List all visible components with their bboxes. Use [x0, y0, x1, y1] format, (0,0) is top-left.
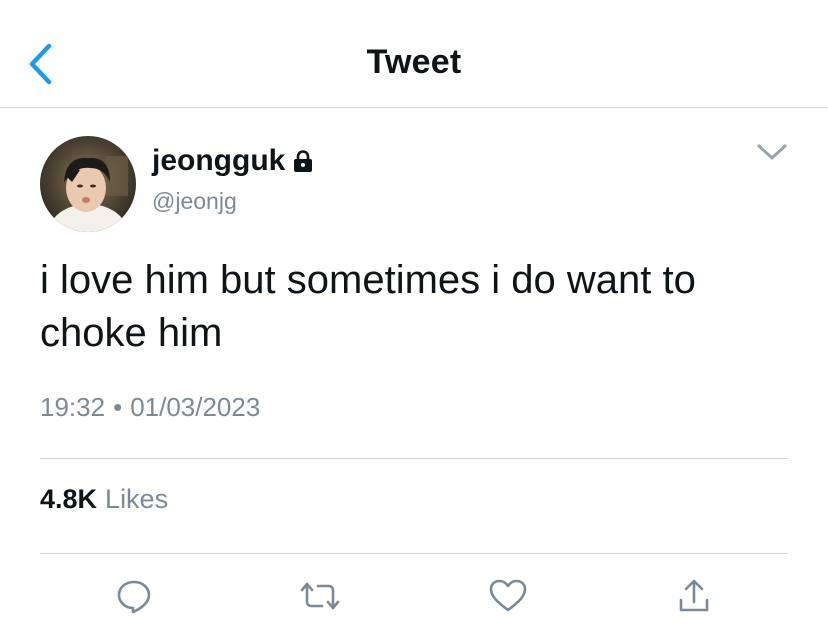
reply-button[interactable]	[112, 574, 156, 618]
like-button[interactable]	[486, 574, 530, 618]
divider	[40, 553, 788, 554]
tweet-detail: jeongguk @jeonjg i love him but sometime…	[0, 108, 828, 637]
likes-label: Likes	[105, 484, 169, 514]
author-row: jeongguk	[152, 144, 315, 178]
tweet-time: 19:32	[40, 392, 106, 422]
author-handle[interactable]: @jeonjg	[152, 188, 237, 215]
share-icon	[679, 579, 709, 612]
share-button[interactable]	[672, 574, 716, 618]
top-bar: Tweet	[0, 0, 828, 108]
comment-icon	[117, 580, 151, 614]
page-title: Tweet	[366, 43, 462, 81]
retweet-icon	[300, 582, 340, 610]
retweet-button[interactable]	[298, 574, 342, 618]
likes-count: 4.8K	[40, 484, 98, 514]
avatar-image	[40, 136, 136, 232]
likes-stat[interactable]: 4.8K Likes	[40, 484, 168, 515]
meta-separator: •	[113, 392, 123, 422]
action-bar	[0, 574, 828, 624]
divider	[40, 458, 788, 459]
avatar[interactable]	[40, 136, 136, 232]
lock-icon	[291, 149, 315, 173]
chevron-down-icon	[757, 144, 787, 160]
tweet-text: i love him but sometimes i do want to ch…	[40, 258, 696, 355]
author-name[interactable]: jeongguk	[152, 144, 285, 178]
tweet-timestamp[interactable]: 19:32 • 01/03/2023	[40, 392, 260, 423]
tweet-date: 01/03/2023	[130, 392, 261, 422]
more-options-button[interactable]	[754, 138, 790, 166]
heart-icon	[489, 579, 527, 612]
